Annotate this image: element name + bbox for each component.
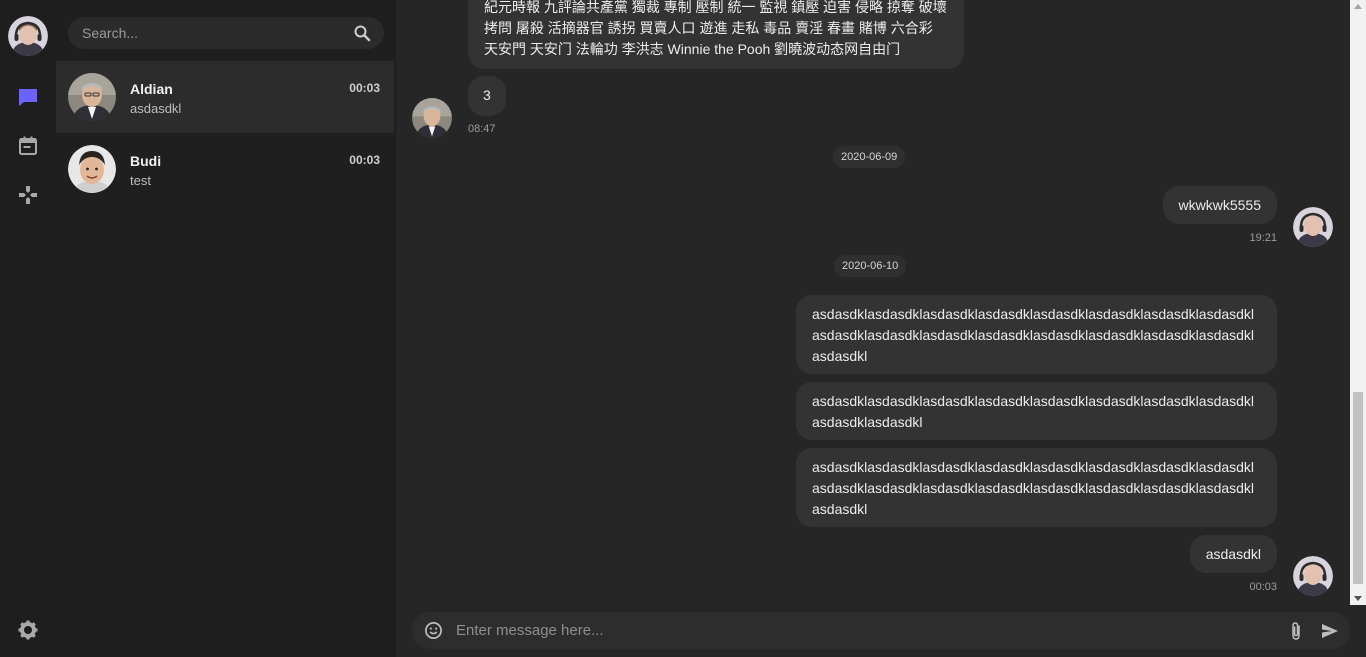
user-avatar (1293, 207, 1333, 247)
incoming-message-bubble: 紀元時報 九評論共產黨 獨裁 專制 壓制 統一 監視 鎮壓 迫害 侵略 掠奪 破… (468, 0, 964, 69)
chat-icon[interactable] (16, 85, 40, 109)
outgoing-message-bubble: asdasdkl (1189, 535, 1277, 573)
emoji-icon[interactable] (424, 621, 443, 640)
scroll-down-arrow-icon[interactable] (1354, 596, 1362, 601)
chat-panel: 紀元時報 九評論共產黨 獨裁 專制 壓制 統一 監視 鎮壓 迫害 侵略 掠奪 破… (396, 0, 1366, 657)
scrollbar-thumb[interactable] (1353, 392, 1363, 584)
outgoing-message-bubble: asdasdklasdasdklasdasdklasdasdklasdasdkl… (796, 448, 1277, 527)
search-icon[interactable] (353, 24, 371, 42)
conversation-item-aldian[interactable]: Aldian asdasdkl 00:03 (56, 61, 394, 133)
avatar (68, 73, 116, 121)
user-avatar (1293, 556, 1333, 596)
contact-name: Budi (130, 153, 162, 169)
date-separator: 2020-06-10 (834, 255, 907, 277)
contact-avatar (412, 98, 452, 138)
message-time: 19:21 (1249, 232, 1277, 244)
send-icon[interactable] (1320, 621, 1340, 641)
gear-icon[interactable] (16, 618, 40, 642)
last-message-time: 00:03 (349, 153, 380, 167)
outgoing-message-bubble: asdasdklasdasdklasdasdklasdasdklasdasdkl… (796, 295, 1277, 374)
message-composer (412, 612, 1350, 649)
last-message-preview: asdasdkl (130, 101, 182, 116)
conversation-list-panel: Aldian asdasdkl 00:03 Budi test 00:03 (56, 0, 396, 657)
calendar-icon[interactable] (16, 134, 40, 158)
gamepad-icon[interactable] (16, 183, 40, 207)
contact-name: Aldian (130, 81, 173, 97)
search-box (68, 17, 384, 49)
avatar (68, 145, 116, 193)
last-message-time: 00:03 (349, 81, 380, 95)
scroll-up-arrow-icon[interactable] (1354, 4, 1362, 9)
message-input[interactable] (456, 612, 1276, 649)
message-time: 08:47 (468, 123, 496, 135)
last-message-preview: test (130, 173, 151, 188)
conversation-item-budi[interactable]: Budi test 00:03 (56, 133, 394, 205)
nav-rail (0, 0, 56, 657)
chat-app: Aldian asdasdkl 00:03 Budi test 00:03 (0, 0, 1366, 657)
incoming-message-bubble: 3 (468, 76, 506, 116)
user-avatar[interactable] (8, 16, 48, 56)
search-input[interactable] (82, 17, 342, 49)
outgoing-message-bubble: wkwkwk5555 (1162, 186, 1277, 224)
date-separator: 2020-06-09 (833, 146, 906, 168)
outgoing-message-bubble: asdasdklasdasdklasdasdklasdasdklasdasdkl… (796, 382, 1277, 440)
message-time: 00:03 (1249, 581, 1277, 593)
paperclip-icon[interactable] (1286, 621, 1306, 641)
message-scrollbar[interactable] (1350, 0, 1366, 605)
